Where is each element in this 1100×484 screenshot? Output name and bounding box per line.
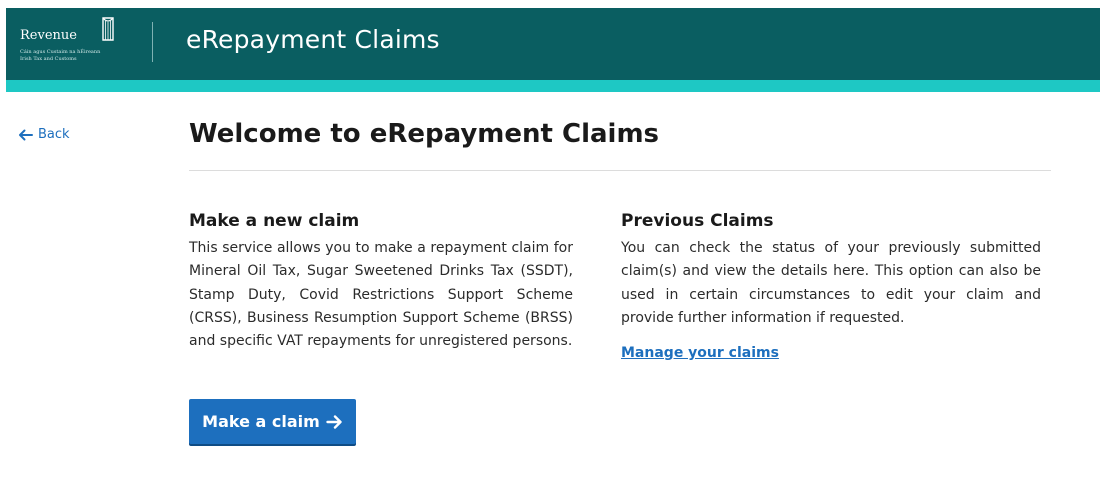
make-claim-button[interactable]: Make a claim: [189, 399, 356, 444]
make-claim-label: Make a claim: [202, 412, 320, 431]
new-claim-description: This service allows you to make a repaym…: [189, 240, 573, 350]
previous-claims-heading: Previous Claims: [621, 211, 774, 231]
logo-subtitle-english: Irish Tax and Customs: [20, 56, 77, 62]
logo-subtitle-irish: Cáin agus Custaim na hÉireann: [20, 49, 101, 55]
header-divider: [152, 22, 153, 62]
revenue-logo[interactable]: Revenue Cáin agus Custaim na hÉireann Ir…: [20, 14, 130, 70]
previous-claims-description: You can check the status of your previou…: [621, 240, 1041, 326]
previous-claims-section: Previous Claims You can check the status…: [621, 211, 1041, 330]
title-divider: [189, 170, 1051, 171]
logo-wordmark: Revenue: [20, 28, 77, 43]
back-label: Back: [38, 127, 70, 142]
back-link[interactable]: Back: [18, 127, 70, 142]
arrow-left-icon: [19, 129, 33, 140]
new-claim-heading: Make a new claim: [189, 211, 360, 231]
page-title: Welcome to eRepayment Claims: [189, 119, 660, 149]
new-claim-section: Make a new claim This service allows you…: [189, 211, 573, 353]
header-accent-bar: [6, 80, 1100, 92]
harp-icon: [102, 17, 114, 41]
site-header: Revenue Cáin agus Custaim na hÉireann Ir…: [6, 8, 1100, 80]
manage-claims-link[interactable]: Manage your claims: [621, 345, 779, 361]
app-title: eRepayment Claims: [186, 25, 440, 54]
arrow-right-icon: [326, 414, 342, 429]
